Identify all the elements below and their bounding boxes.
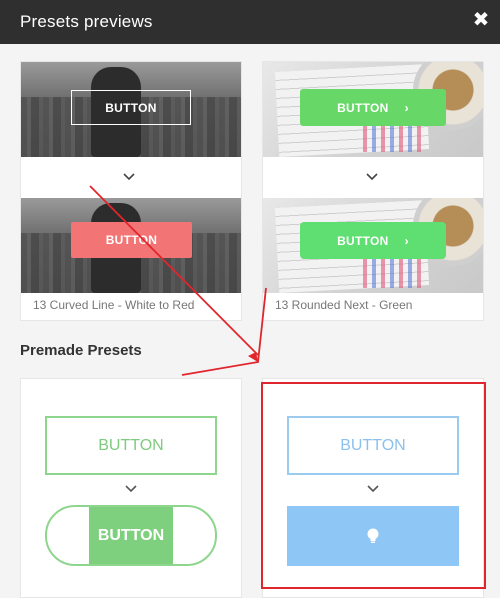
chevron-down-icon	[366, 173, 378, 181]
chevron-down-icon	[367, 485, 379, 493]
pill-button-label: BUTTON	[89, 507, 173, 564]
lightbulb-icon	[367, 528, 379, 543]
annotation-arrowhead	[248, 352, 258, 362]
premade-button-outline-blue: BUTTON	[287, 416, 459, 475]
preset-caption: 13 Curved Line - White to Red	[33, 298, 195, 312]
preview-button-outline: BUTTON	[71, 90, 191, 125]
premade-button-pill-green: BUTTON	[45, 505, 217, 566]
preview-button-green-next: BUTTON ›	[300, 222, 446, 259]
section-title: Premade Presets	[20, 342, 142, 359]
premade-card-green[interactable]: BUTTON BUTTON	[20, 378, 242, 598]
preview-button-red: BUTTON	[71, 222, 192, 258]
close-icon[interactable]: ✖	[470, 9, 492, 31]
preset-card-rounded-next[interactable]: BUTTON › BUTTON › 13 Rounded Next - Gree…	[262, 61, 484, 321]
dialog-title: Presets previews	[20, 12, 153, 31]
button-label: BUTTON	[337, 233, 389, 248]
premade-card-blue[interactable]: BUTTON	[262, 378, 484, 598]
button-label: BUTTON	[337, 100, 389, 115]
preset-card-curved-line[interactable]: BUTTON BUTTON 13 Curved Line - White to …	[20, 61, 242, 321]
chevron-right-icon: ›	[404, 100, 409, 115]
preset-caption: 13 Rounded Next - Green	[275, 298, 413, 312]
chevron-down-icon	[125, 485, 137, 493]
chevron-right-icon: ›	[404, 233, 409, 248]
premade-button-outline-green: BUTTON	[45, 416, 217, 475]
premade-button-fill-blue	[287, 506, 459, 566]
dialog-header: Presets previews ✖	[0, 0, 500, 44]
chevron-down-icon	[123, 173, 135, 181]
preview-button-green: BUTTON ›	[300, 89, 446, 126]
